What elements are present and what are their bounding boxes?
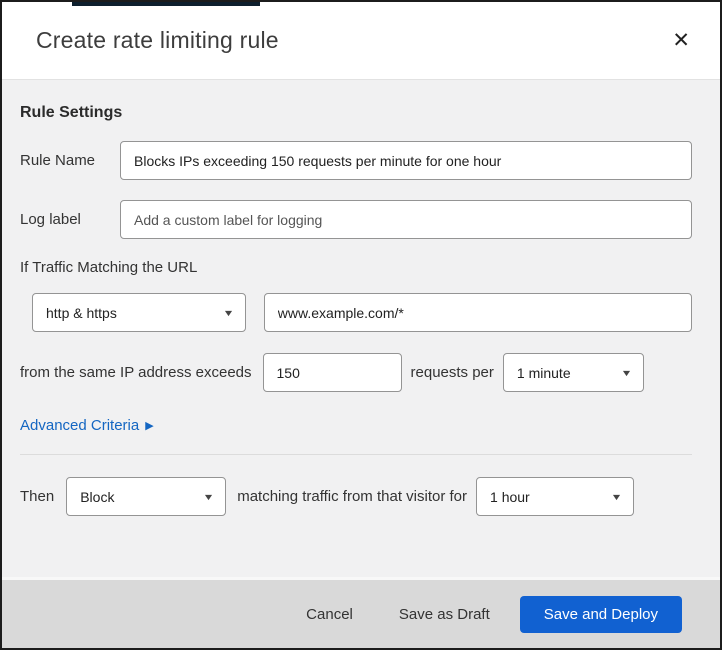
advanced-criteria-label: Advanced Criteria [20, 417, 140, 434]
log-label-label: Log label [20, 211, 81, 228]
action-row: Then Block ▼ matching traffic from that … [20, 477, 692, 516]
close-icon[interactable]: ✕ [666, 26, 696, 55]
log-label-input[interactable] [120, 200, 692, 239]
create-rate-limiting-rule-dialog: Create rate limiting rule ✕ Rule Setting… [0, 0, 722, 650]
rule-name-row: Rule Name [20, 141, 692, 180]
chevron-down-icon: ▼ [222, 307, 235, 318]
action-middle-text: matching traffic from that visitor for [237, 488, 468, 505]
threshold-row: from the same IP address exceeds request… [20, 353, 692, 392]
url-match-row: http & https ▼ [32, 293, 692, 332]
scheme-select[interactable]: http & https ▼ [32, 293, 246, 332]
rule-settings-heading: Rule Settings [20, 104, 123, 121]
chevron-down-icon: ▼ [620, 367, 633, 378]
advanced-criteria-link[interactable]: Advanced Criteria ▶ [20, 417, 154, 434]
requests-per-text: requests per [410, 364, 494, 381]
dialog-header: Create rate limiting rule ✕ [2, 2, 720, 80]
chevron-down-icon: ▼ [610, 491, 623, 502]
rule-name-input[interactable] [120, 141, 692, 180]
threshold-prefix-text: from the same IP address exceeds [20, 364, 252, 381]
chevron-down-icon: ▼ [202, 491, 215, 502]
dialog-footer: Cancel Save as Draft Save and Deploy [2, 577, 720, 648]
then-label: Then [20, 488, 55, 505]
url-pattern-input[interactable] [263, 293, 692, 332]
period-select[interactable]: 1 minute ▼ [502, 353, 644, 392]
expand-right-icon: ▶ [145, 420, 154, 432]
action-select-value: Block [80, 488, 115, 505]
dialog-title: Create rate limiting rule [36, 27, 279, 53]
request-count-input[interactable] [262, 353, 402, 392]
traffic-match-heading: If Traffic Matching the URL [20, 259, 198, 276]
log-label-row: Log label [20, 200, 692, 239]
scheme-select-value: http & https [46, 304, 117, 321]
period-select-value: 1 minute [516, 364, 571, 381]
background-page-peek-bar [72, 2, 260, 6]
duration-select[interactable]: 1 hour ▼ [476, 477, 635, 516]
dialog-content: Rule Settings Rule Name Log label If Tra… [2, 80, 720, 577]
rule-name-label: Rule Name [20, 152, 96, 169]
action-select[interactable]: Block ▼ [66, 477, 227, 516]
save-as-draft-button[interactable]: Save as Draft [383, 598, 506, 631]
duration-select-value: 1 hour [490, 488, 530, 505]
cancel-button[interactable]: Cancel [290, 598, 369, 631]
section-divider [20, 454, 692, 455]
save-and-deploy-button[interactable]: Save and Deploy [519, 595, 682, 633]
